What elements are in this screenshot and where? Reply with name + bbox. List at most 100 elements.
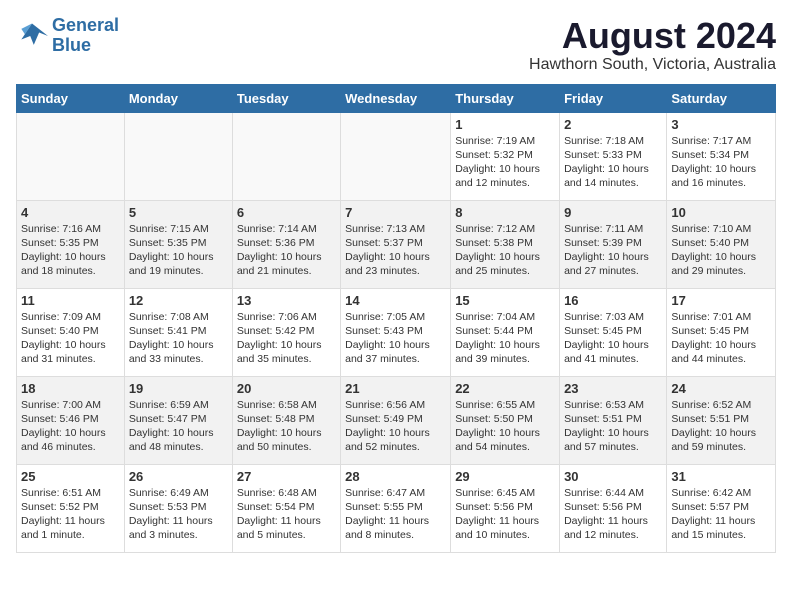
- day-info: Sunrise: 7:04 AM Sunset: 5:44 PM Dayligh…: [455, 310, 555, 367]
- calendar-cell: 14 Sunrise: 7:05 AM Sunset: 5:43 PM Dayli…: [341, 288, 451, 376]
- calendar-week-row: 25Sunrise: 6:51 AM Sunset: 5:52 PM Dayli…: [17, 464, 776, 552]
- day-number: 12: [129, 293, 228, 308]
- day-number: 22: [455, 381, 555, 396]
- calendar-cell: 22 Sunrise: 6:55 AM Sunset: 5:50 PM Dayli…: [451, 376, 560, 464]
- calendar-cell: 12 Sunrise: 7:08 AM Sunset: 5:41 PM Dayli…: [124, 288, 232, 376]
- calendar-cell: 3 Sunrise: 7:17 AM Sunset: 5:34 PM Daylig…: [667, 112, 776, 200]
- day-number: 3: [671, 117, 771, 132]
- day-info: Sunrise: 6:58 AM Sunset: 5:48 PM Dayligh…: [237, 398, 336, 455]
- day-info: Sunrise: 7:17 AM Sunset: 5:34 PM Dayligh…: [671, 134, 771, 191]
- day-number: 8: [455, 205, 555, 220]
- day-number: 6: [237, 205, 336, 220]
- calendar-cell: 26 Sunrise: 6:49 AM Sunset: 5:53 PM Dayli…: [124, 464, 232, 552]
- calendar-cell: 2Sunrise: 7:18 AM Sunset: 5:33 PM Daylig…: [560, 112, 667, 200]
- column-header-thursday: Thursday: [451, 84, 560, 112]
- page-header: General Blue August 2024 Hawthorn South,…: [16, 16, 776, 74]
- calendar-cell: 6 Sunrise: 7:14 AM Sunset: 5:36 PM Daylig…: [232, 200, 340, 288]
- day-number: 31: [671, 469, 771, 484]
- day-info: Sunrise: 7:00 AM Sunset: 5:46 PM Dayligh…: [21, 398, 120, 455]
- column-header-sunday: Sunday: [17, 84, 125, 112]
- calendar-table: SundayMondayTuesdayWednesdayThursdayFrid…: [16, 84, 776, 553]
- day-number: 9: [564, 205, 662, 220]
- day-info: Sunrise: 6:42 AM Sunset: 5:57 PM Dayligh…: [671, 486, 771, 543]
- calendar-cell: 11Sunrise: 7:09 AM Sunset: 5:40 PM Dayli…: [17, 288, 125, 376]
- day-info: Sunrise: 7:06 AM Sunset: 5:42 PM Dayligh…: [237, 310, 336, 367]
- calendar-cell: [341, 112, 451, 200]
- calendar-cell: 21 Sunrise: 6:56 AM Sunset: 5:49 PM Dayli…: [341, 376, 451, 464]
- day-info: Sunrise: 7:15 AM Sunset: 5:35 PM Dayligh…: [129, 222, 228, 279]
- calendar-cell: [232, 112, 340, 200]
- day-info: Sunrise: 7:03 AM Sunset: 5:45 PM Dayligh…: [564, 310, 662, 367]
- column-header-wednesday: Wednesday: [341, 84, 451, 112]
- day-info: Sunrise: 7:05 AM Sunset: 5:43 PM Dayligh…: [345, 310, 446, 367]
- day-number: 7: [345, 205, 446, 220]
- day-info: Sunrise: 7:16 AM Sunset: 5:35 PM Dayligh…: [21, 222, 120, 279]
- calendar-cell: 7Sunrise: 7:13 AM Sunset: 5:37 PM Daylig…: [341, 200, 451, 288]
- day-number: 26: [129, 469, 228, 484]
- day-number: 10: [671, 205, 771, 220]
- day-number: 16: [564, 293, 662, 308]
- day-number: 24: [671, 381, 771, 396]
- day-number: 29: [455, 469, 555, 484]
- column-header-monday: Monday: [124, 84, 232, 112]
- day-info: Sunrise: 6:47 AM Sunset: 5:55 PM Dayligh…: [345, 486, 446, 543]
- logo: General Blue: [16, 16, 119, 56]
- day-info: Sunrise: 6:45 AM Sunset: 5:56 PM Dayligh…: [455, 486, 555, 543]
- day-info: Sunrise: 6:48 AM Sunset: 5:54 PM Dayligh…: [237, 486, 336, 543]
- day-info: Sunrise: 6:53 AM Sunset: 5:51 PM Dayligh…: [564, 398, 662, 455]
- calendar-cell: 23 Sunrise: 6:53 AM Sunset: 5:51 PM Dayli…: [560, 376, 667, 464]
- day-number: 4: [21, 205, 120, 220]
- calendar-cell: 15 Sunrise: 7:04 AM Sunset: 5:44 PM Dayli…: [451, 288, 560, 376]
- day-number: 13: [237, 293, 336, 308]
- column-header-tuesday: Tuesday: [232, 84, 340, 112]
- day-number: 11: [21, 293, 120, 308]
- logo-text-blue: Blue: [52, 36, 119, 56]
- day-info: Sunrise: 6:44 AM Sunset: 5:56 PM Dayligh…: [564, 486, 662, 543]
- day-info: Sunrise: 7:12 AM Sunset: 5:38 PM Dayligh…: [455, 222, 555, 279]
- calendar-cell: 8 Sunrise: 7:12 AM Sunset: 5:38 PM Daylig…: [451, 200, 560, 288]
- calendar-week-row: 4 Sunrise: 7:16 AM Sunset: 5:35 PM Daylig…: [17, 200, 776, 288]
- calendar-week-row: 18Sunrise: 7:00 AM Sunset: 5:46 PM Dayli…: [17, 376, 776, 464]
- day-info: Sunrise: 6:49 AM Sunset: 5:53 PM Dayligh…: [129, 486, 228, 543]
- day-info: Sunrise: 7:01 AM Sunset: 5:45 PM Dayligh…: [671, 310, 771, 367]
- column-header-saturday: Saturday: [667, 84, 776, 112]
- calendar-cell: 5Sunrise: 7:15 AM Sunset: 5:35 PM Daylig…: [124, 200, 232, 288]
- day-info: Sunrise: 7:11 AM Sunset: 5:39 PM Dayligh…: [564, 222, 662, 279]
- day-info: Sunrise: 7:18 AM Sunset: 5:33 PM Dayligh…: [564, 134, 662, 191]
- calendar-cell: 28 Sunrise: 6:47 AM Sunset: 5:55 PM Dayli…: [341, 464, 451, 552]
- day-number: 28: [345, 469, 446, 484]
- calendar-cell: 16 Sunrise: 7:03 AM Sunset: 5:45 PM Dayli…: [560, 288, 667, 376]
- day-number: 19: [129, 381, 228, 396]
- day-info: Sunrise: 6:56 AM Sunset: 5:49 PM Dayligh…: [345, 398, 446, 455]
- calendar-cell: 31 Sunrise: 6:42 AM Sunset: 5:57 PM Dayli…: [667, 464, 776, 552]
- calendar-week-row: 1Sunrise: 7:19 AM Sunset: 5:32 PM Daylig…: [17, 112, 776, 200]
- day-number: 17: [671, 293, 771, 308]
- calendar-cell: 4 Sunrise: 7:16 AM Sunset: 5:35 PM Daylig…: [17, 200, 125, 288]
- title-block: August 2024 Hawthorn South, Victoria, Au…: [529, 16, 776, 74]
- day-number: 15: [455, 293, 555, 308]
- calendar-cell: 24 Sunrise: 6:52 AM Sunset: 5:51 PM Dayli…: [667, 376, 776, 464]
- day-number: 20: [237, 381, 336, 396]
- calendar-cell: 17 Sunrise: 7:01 AM Sunset: 5:45 PM Dayli…: [667, 288, 776, 376]
- day-info: Sunrise: 7:08 AM Sunset: 5:41 PM Dayligh…: [129, 310, 228, 367]
- day-number: 21: [345, 381, 446, 396]
- calendar-cell: 29 Sunrise: 6:45 AM Sunset: 5:56 PM Dayli…: [451, 464, 560, 552]
- day-info: Sunrise: 6:55 AM Sunset: 5:50 PM Dayligh…: [455, 398, 555, 455]
- calendar-cell: 20 Sunrise: 6:58 AM Sunset: 5:48 PM Dayli…: [232, 376, 340, 464]
- column-header-friday: Friday: [560, 84, 667, 112]
- day-info: Sunrise: 6:52 AM Sunset: 5:51 PM Dayligh…: [671, 398, 771, 455]
- calendar-cell: 27 Sunrise: 6:48 AM Sunset: 5:54 PM Dayli…: [232, 464, 340, 552]
- day-number: 30: [564, 469, 662, 484]
- day-number: 27: [237, 469, 336, 484]
- calendar-cell: [17, 112, 125, 200]
- day-number: 25: [21, 469, 120, 484]
- day-number: 23: [564, 381, 662, 396]
- day-info: Sunrise: 6:59 AM Sunset: 5:47 PM Dayligh…: [129, 398, 228, 455]
- calendar-cell: 25Sunrise: 6:51 AM Sunset: 5:52 PM Dayli…: [17, 464, 125, 552]
- day-info: Sunrise: 7:10 AM Sunset: 5:40 PM Dayligh…: [671, 222, 771, 279]
- location-subtitle: Hawthorn South, Victoria, Australia: [529, 56, 776, 74]
- calendar-cell: [124, 112, 232, 200]
- day-number: 14: [345, 293, 446, 308]
- calendar-cell: 10 Sunrise: 7:10 AM Sunset: 5:40 PM Dayli…: [667, 200, 776, 288]
- day-info: Sunrise: 7:14 AM Sunset: 5:36 PM Dayligh…: [237, 222, 336, 279]
